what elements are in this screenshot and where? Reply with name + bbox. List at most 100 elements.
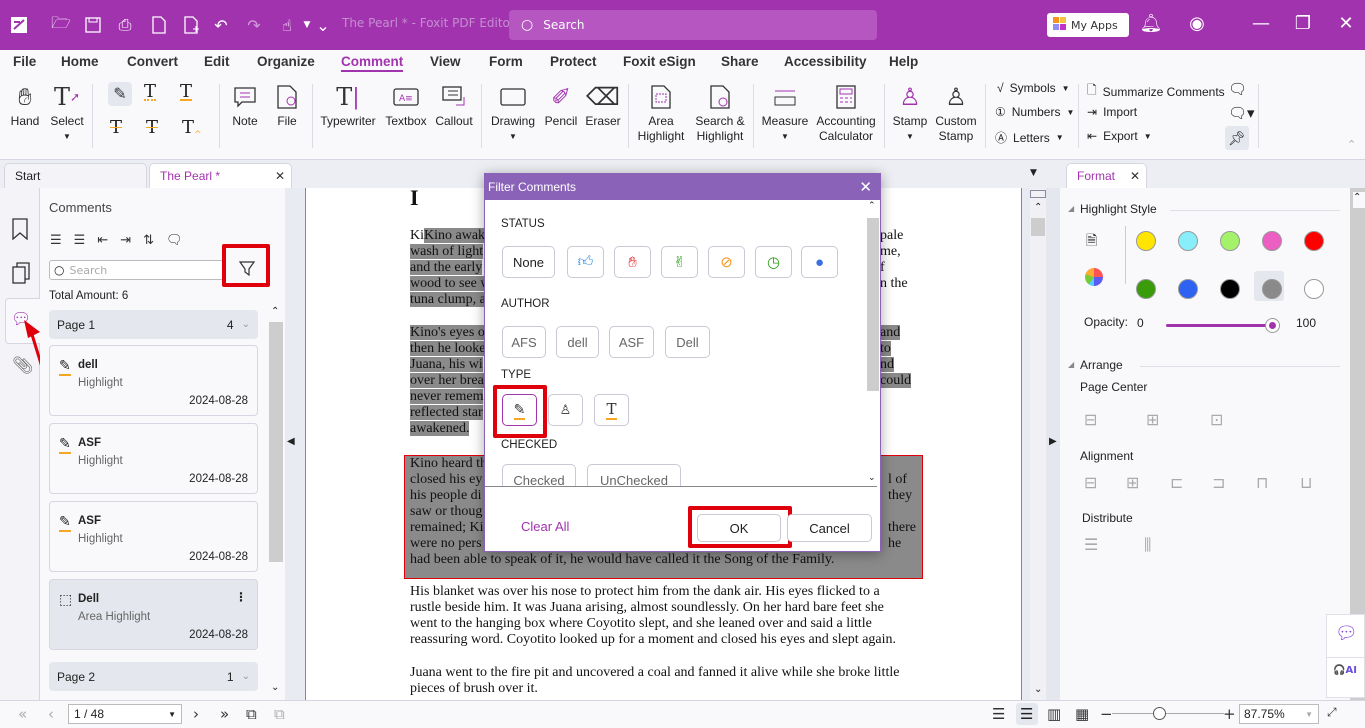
opacity-slider-thumb[interactable] [1265, 318, 1280, 333]
color-swatch[interactable] [1220, 231, 1240, 251]
expand-right-panel-icon[interactable]: ▶ [1049, 436, 1057, 447]
scroll-up-icon[interactable]: ⌃ [868, 201, 876, 211]
status-rejected-chip[interactable]: ✋︎ [614, 246, 651, 278]
status-none-chip[interactable]: None [502, 246, 555, 278]
menu-accessibility[interactable]: Accessibility [784, 54, 867, 69]
area-highlight-button[interactable]: Area Highlight [638, 80, 684, 144]
first-page-icon[interactable]: « [18, 705, 27, 723]
scroll-up-icon[interactable]: ⌃ [271, 306, 279, 317]
drawing-button[interactable]: Drawing ▼ [490, 80, 536, 144]
status-cancelled-chip[interactable]: ⊘ [708, 246, 745, 278]
comment-settings-button[interactable]: 🗨▾ [1228, 104, 1255, 122]
my-apps-button[interactable]: My Apps [1047, 13, 1129, 37]
tab-start[interactable]: Start [4, 163, 147, 188]
center-both-icon[interactable]: ⊡ [1210, 410, 1223, 429]
expand-all-icon[interactable]: ☰ [50, 233, 62, 248]
distribute-vertical-icon[interactable]: ☰ [1084, 535, 1098, 554]
collapse-left-panel-icon[interactable]: ◀ [287, 436, 295, 447]
select-tool-button[interactable]: T ➚ Select ▼ [50, 80, 84, 144]
strikeout-tool-button[interactable]: T [110, 119, 122, 137]
scrollbar-thumb[interactable] [269, 322, 283, 562]
open-folder-icon[interactable]: 🗁 [50, 13, 72, 36]
scroll-up-icon[interactable]: ⌃ [1034, 202, 1042, 213]
hand-tool-button[interactable]: ✋︎ Hand [8, 80, 42, 129]
menu-file[interactable]: File [13, 54, 36, 69]
redo-icon[interactable]: ↷ [243, 14, 265, 36]
menu-foxit-esign[interactable]: Foxit eSign [623, 54, 696, 69]
comment-search-input[interactable]: ○ Search [49, 260, 224, 280]
color-swatch[interactable] [1178, 231, 1198, 251]
zoom-level-input[interactable]: 87.75% ▼ [1239, 704, 1319, 724]
align-left-icon[interactable]: ⊏ [1170, 473, 1183, 492]
last-page-icon[interactable]: » [220, 705, 229, 723]
ok-button[interactable]: OK [697, 514, 781, 542]
align-center-horizontal-icon[interactable]: ⊟ [1084, 473, 1097, 492]
bell-icon[interactable]: 🔔︎ [1140, 12, 1163, 34]
color-swatch[interactable] [1136, 279, 1156, 299]
comment-view-button[interactable]: 🗨 [1228, 80, 1247, 98]
more-options-icon[interactable]: ⋮ [235, 590, 247, 604]
color-swatch[interactable] [1136, 231, 1156, 251]
comment-item-selected[interactable]: ⬚ Dell Area Highlight 2024-08-28 ⋮ [49, 579, 258, 650]
menu-home[interactable]: Home [61, 54, 99, 69]
next-comment-icon[interactable]: ⇥ [120, 233, 131, 248]
menu-form[interactable]: Form [489, 54, 523, 69]
scrollbar-thumb[interactable] [1031, 218, 1045, 236]
color-picker-icon[interactable] [1085, 268, 1103, 286]
align-top-icon[interactable]: ⊓ [1256, 473, 1268, 492]
continuous-page-button[interactable]: ☰ [1016, 703, 1038, 725]
checked-chip[interactable]: Checked [502, 464, 576, 486]
status-completed-chip[interactable]: ✌︎ [661, 246, 698, 278]
page-2-group[interactable]: Page 2 1 ⌄ [49, 662, 258, 691]
scroll-up-icon[interactable]: ⌃ [1353, 192, 1365, 208]
facing-pages-icon[interactable]: ▥ [1047, 705, 1061, 723]
type-underline-chip[interactable]: T [594, 394, 629, 426]
comment-icon[interactable]: 🗨 [166, 233, 183, 248]
collapse-ribbon-button[interactable]: ⌃ [1347, 138, 1356, 151]
collapse-section-icon[interactable]: ◢ [1068, 360, 1074, 369]
pencil-button[interactable]: ✐ Pencil [544, 80, 578, 129]
document-scrollbar[interactable]: ⌃ ⌄ [1030, 188, 1046, 700]
status-future-chip[interactable]: ● [801, 246, 838, 278]
note-button[interactable]: Note [230, 80, 260, 129]
page-1-group[interactable]: Page 1 4 ⌄ [49, 310, 258, 339]
scrollbar-thumb[interactable] [867, 218, 879, 391]
collapse-section-icon[interactable]: ◢ [1068, 204, 1074, 213]
minimize-icon[interactable]: — [1250, 12, 1272, 34]
menu-share[interactable]: Share [721, 54, 759, 69]
numbers-button[interactable]: ① Numbers ▼ [995, 105, 1074, 119]
align-right-icon[interactable]: ⊐ [1212, 473, 1225, 492]
bookmark-icon[interactable] [12, 218, 28, 245]
save-icon[interactable] [82, 14, 104, 36]
squiggly-tool-button[interactable]: T [144, 83, 157, 101]
print-icon[interactable]: ⎙ [114, 14, 136, 36]
author-chip[interactable]: ASF [609, 326, 654, 358]
callout-button[interactable]: Callout [434, 80, 474, 129]
typewriter-button[interactable]: T | Typewriter [320, 80, 376, 129]
touch-mode-icon[interactable]: ☝ [276, 14, 298, 36]
comment-item[interactable]: ✎ dell Highlight 2024-08-28 [49, 345, 258, 416]
zoom-slider-track[interactable] [1112, 713, 1224, 714]
insert-text-button[interactable]: T^ [182, 119, 202, 144]
previous-comment-icon[interactable]: ⇤ [97, 233, 108, 248]
zoom-in-icon[interactable]: + [1223, 705, 1236, 723]
color-swatch[interactable] [1262, 279, 1282, 299]
pin-button[interactable]: 📌︎ [1225, 126, 1249, 150]
menu-protect[interactable]: Protect [550, 54, 597, 69]
scroll-down-icon[interactable]: ⌄ [271, 682, 279, 693]
previous-view-icon[interactable]: ⧉ [246, 705, 257, 723]
center-horizontal-icon[interactable]: ⊞ [1146, 410, 1159, 429]
dialog-scrollbar[interactable]: ⌃ ⌄ [866, 201, 880, 487]
measure-button[interactable]: Measure ▼ [762, 80, 808, 144]
customize-toolbar-icon[interactable]: ⌄ [312, 14, 334, 36]
color-swatch[interactable] [1178, 279, 1198, 299]
summarize-comments-button[interactable]: 🗋 Summarize Comments [1087, 81, 1225, 102]
close-format-icon[interactable]: ✕ [1130, 169, 1140, 183]
stamp-button[interactable]: ♙ Stamp ▼ [892, 80, 928, 144]
textbox-button[interactable]: A≡ Textbox [385, 80, 427, 129]
filter-button[interactable] [238, 260, 256, 280]
status-accepted-chip[interactable]: 👍︎ [567, 246, 604, 278]
author-chip[interactable]: dell [556, 326, 599, 358]
status-deferred-chip[interactable]: ◷ [755, 246, 792, 278]
author-chip[interactable]: AFS [502, 326, 546, 358]
